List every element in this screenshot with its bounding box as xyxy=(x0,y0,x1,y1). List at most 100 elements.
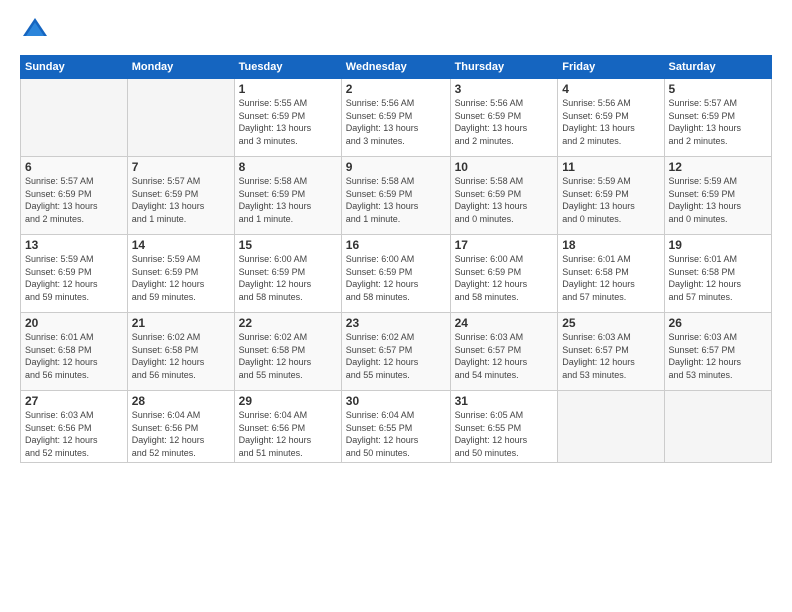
day-detail: Sunrise: 5:58 AM Sunset: 6:59 PM Dayligh… xyxy=(346,175,446,225)
day-number: 20 xyxy=(25,316,123,330)
day-detail: Sunrise: 5:59 AM Sunset: 6:59 PM Dayligh… xyxy=(562,175,659,225)
day-detail: Sunrise: 5:56 AM Sunset: 6:59 PM Dayligh… xyxy=(562,97,659,147)
calendar-cell: 28Sunrise: 6:04 AM Sunset: 6:56 PM Dayli… xyxy=(127,391,234,463)
calendar-cell: 4Sunrise: 5:56 AM Sunset: 6:59 PM Daylig… xyxy=(558,79,664,157)
day-number: 27 xyxy=(25,394,123,408)
day-detail: Sunrise: 6:04 AM Sunset: 6:56 PM Dayligh… xyxy=(239,409,337,459)
weekday-header-saturday: Saturday xyxy=(664,56,771,79)
day-number: 7 xyxy=(132,160,230,174)
day-detail: Sunrise: 6:01 AM Sunset: 6:58 PM Dayligh… xyxy=(25,331,123,381)
calendar-cell xyxy=(558,391,664,463)
day-number: 3 xyxy=(455,82,554,96)
calendar-cell: 16Sunrise: 6:00 AM Sunset: 6:59 PM Dayli… xyxy=(341,235,450,313)
day-number: 18 xyxy=(562,238,659,252)
weekday-header-row: SundayMondayTuesdayWednesdayThursdayFrid… xyxy=(21,56,772,79)
day-number: 4 xyxy=(562,82,659,96)
header xyxy=(20,15,772,45)
calendar-cell: 8Sunrise: 5:58 AM Sunset: 6:59 PM Daylig… xyxy=(234,157,341,235)
day-number: 17 xyxy=(455,238,554,252)
day-number: 21 xyxy=(132,316,230,330)
calendar-cell: 27Sunrise: 6:03 AM Sunset: 6:56 PM Dayli… xyxy=(21,391,128,463)
day-number: 25 xyxy=(562,316,659,330)
day-number: 14 xyxy=(132,238,230,252)
day-number: 23 xyxy=(346,316,446,330)
day-number: 5 xyxy=(669,82,767,96)
calendar-cell: 1Sunrise: 5:55 AM Sunset: 6:59 PM Daylig… xyxy=(234,79,341,157)
logo xyxy=(20,15,54,45)
calendar-cell: 7Sunrise: 5:57 AM Sunset: 6:59 PM Daylig… xyxy=(127,157,234,235)
calendar-cell: 17Sunrise: 6:00 AM Sunset: 6:59 PM Dayli… xyxy=(450,235,558,313)
calendar-cell xyxy=(664,391,771,463)
calendar-week-2: 6Sunrise: 5:57 AM Sunset: 6:59 PM Daylig… xyxy=(21,157,772,235)
day-number: 22 xyxy=(239,316,337,330)
weekday-header-thursday: Thursday xyxy=(450,56,558,79)
weekday-header-sunday: Sunday xyxy=(21,56,128,79)
calendar-week-1: 1Sunrise: 5:55 AM Sunset: 6:59 PM Daylig… xyxy=(21,79,772,157)
day-detail: Sunrise: 6:03 AM Sunset: 6:57 PM Dayligh… xyxy=(669,331,767,381)
day-number: 9 xyxy=(346,160,446,174)
weekday-header-friday: Friday xyxy=(558,56,664,79)
calendar-cell: 5Sunrise: 5:57 AM Sunset: 6:59 PM Daylig… xyxy=(664,79,771,157)
calendar-table: SundayMondayTuesdayWednesdayThursdayFrid… xyxy=(20,55,772,463)
calendar-cell: 2Sunrise: 5:56 AM Sunset: 6:59 PM Daylig… xyxy=(341,79,450,157)
calendar-cell: 26Sunrise: 6:03 AM Sunset: 6:57 PM Dayli… xyxy=(664,313,771,391)
day-number: 2 xyxy=(346,82,446,96)
day-detail: Sunrise: 6:00 AM Sunset: 6:59 PM Dayligh… xyxy=(239,253,337,303)
page: SundayMondayTuesdayWednesdayThursdayFrid… xyxy=(0,0,792,612)
day-number: 28 xyxy=(132,394,230,408)
calendar-cell: 25Sunrise: 6:03 AM Sunset: 6:57 PM Dayli… xyxy=(558,313,664,391)
calendar-cell: 21Sunrise: 6:02 AM Sunset: 6:58 PM Dayli… xyxy=(127,313,234,391)
day-detail: Sunrise: 6:03 AM Sunset: 6:56 PM Dayligh… xyxy=(25,409,123,459)
calendar-cell: 11Sunrise: 5:59 AM Sunset: 6:59 PM Dayli… xyxy=(558,157,664,235)
calendar-cell: 31Sunrise: 6:05 AM Sunset: 6:55 PM Dayli… xyxy=(450,391,558,463)
weekday-header-monday: Monday xyxy=(127,56,234,79)
weekday-header-wednesday: Wednesday xyxy=(341,56,450,79)
day-number: 15 xyxy=(239,238,337,252)
day-detail: Sunrise: 6:01 AM Sunset: 6:58 PM Dayligh… xyxy=(562,253,659,303)
calendar-cell: 24Sunrise: 6:03 AM Sunset: 6:57 PM Dayli… xyxy=(450,313,558,391)
calendar-cell xyxy=(21,79,128,157)
day-detail: Sunrise: 6:03 AM Sunset: 6:57 PM Dayligh… xyxy=(562,331,659,381)
day-detail: Sunrise: 6:03 AM Sunset: 6:57 PM Dayligh… xyxy=(455,331,554,381)
calendar-cell: 15Sunrise: 6:00 AM Sunset: 6:59 PM Dayli… xyxy=(234,235,341,313)
day-number: 16 xyxy=(346,238,446,252)
day-detail: Sunrise: 5:58 AM Sunset: 6:59 PM Dayligh… xyxy=(455,175,554,225)
day-detail: Sunrise: 6:00 AM Sunset: 6:59 PM Dayligh… xyxy=(455,253,554,303)
calendar-cell: 19Sunrise: 6:01 AM Sunset: 6:58 PM Dayli… xyxy=(664,235,771,313)
calendar-week-4: 20Sunrise: 6:01 AM Sunset: 6:58 PM Dayli… xyxy=(21,313,772,391)
day-number: 31 xyxy=(455,394,554,408)
day-detail: Sunrise: 6:02 AM Sunset: 6:58 PM Dayligh… xyxy=(239,331,337,381)
day-detail: Sunrise: 6:04 AM Sunset: 6:55 PM Dayligh… xyxy=(346,409,446,459)
weekday-header-tuesday: Tuesday xyxy=(234,56,341,79)
calendar-cell: 22Sunrise: 6:02 AM Sunset: 6:58 PM Dayli… xyxy=(234,313,341,391)
day-detail: Sunrise: 5:59 AM Sunset: 6:59 PM Dayligh… xyxy=(25,253,123,303)
day-detail: Sunrise: 6:02 AM Sunset: 6:57 PM Dayligh… xyxy=(346,331,446,381)
calendar-cell: 13Sunrise: 5:59 AM Sunset: 6:59 PM Dayli… xyxy=(21,235,128,313)
day-number: 30 xyxy=(346,394,446,408)
calendar-cell: 10Sunrise: 5:58 AM Sunset: 6:59 PM Dayli… xyxy=(450,157,558,235)
calendar-cell xyxy=(127,79,234,157)
day-detail: Sunrise: 5:57 AM Sunset: 6:59 PM Dayligh… xyxy=(25,175,123,225)
day-number: 8 xyxy=(239,160,337,174)
day-detail: Sunrise: 6:04 AM Sunset: 6:56 PM Dayligh… xyxy=(132,409,230,459)
day-number: 29 xyxy=(239,394,337,408)
calendar-cell: 14Sunrise: 5:59 AM Sunset: 6:59 PM Dayli… xyxy=(127,235,234,313)
calendar-cell: 23Sunrise: 6:02 AM Sunset: 6:57 PM Dayli… xyxy=(341,313,450,391)
calendar-week-3: 13Sunrise: 5:59 AM Sunset: 6:59 PM Dayli… xyxy=(21,235,772,313)
calendar-cell: 30Sunrise: 6:04 AM Sunset: 6:55 PM Dayli… xyxy=(341,391,450,463)
calendar-cell: 6Sunrise: 5:57 AM Sunset: 6:59 PM Daylig… xyxy=(21,157,128,235)
day-detail: Sunrise: 5:56 AM Sunset: 6:59 PM Dayligh… xyxy=(346,97,446,147)
day-number: 24 xyxy=(455,316,554,330)
day-detail: Sunrise: 5:59 AM Sunset: 6:59 PM Dayligh… xyxy=(132,253,230,303)
calendar-cell: 20Sunrise: 6:01 AM Sunset: 6:58 PM Dayli… xyxy=(21,313,128,391)
calendar-week-5: 27Sunrise: 6:03 AM Sunset: 6:56 PM Dayli… xyxy=(21,391,772,463)
day-detail: Sunrise: 5:55 AM Sunset: 6:59 PM Dayligh… xyxy=(239,97,337,147)
day-detail: Sunrise: 5:59 AM Sunset: 6:59 PM Dayligh… xyxy=(669,175,767,225)
day-number: 10 xyxy=(455,160,554,174)
day-number: 1 xyxy=(239,82,337,96)
logo-icon xyxy=(20,15,50,45)
calendar-cell: 9Sunrise: 5:58 AM Sunset: 6:59 PM Daylig… xyxy=(341,157,450,235)
day-detail: Sunrise: 5:57 AM Sunset: 6:59 PM Dayligh… xyxy=(132,175,230,225)
day-number: 12 xyxy=(669,160,767,174)
calendar-cell: 18Sunrise: 6:01 AM Sunset: 6:58 PM Dayli… xyxy=(558,235,664,313)
